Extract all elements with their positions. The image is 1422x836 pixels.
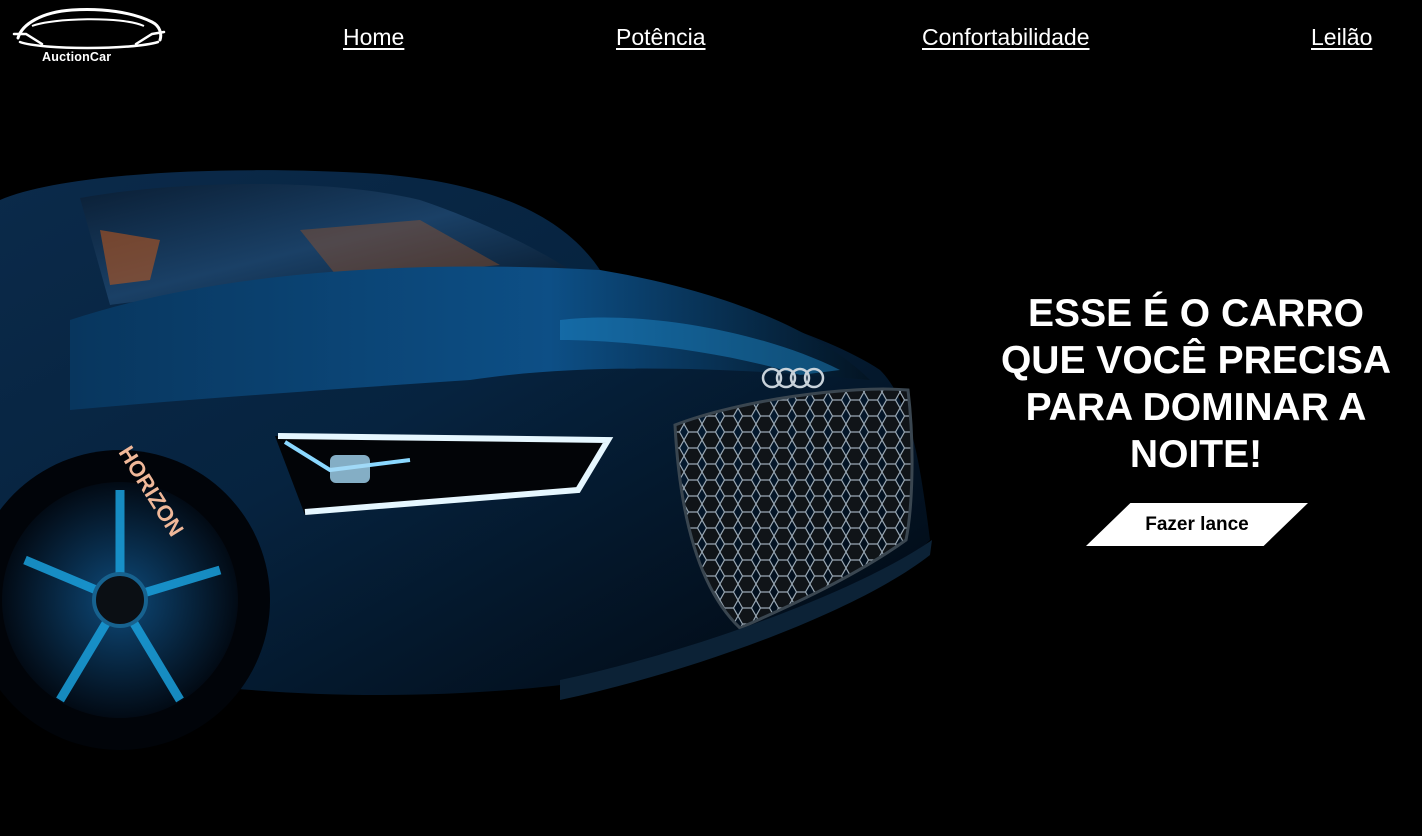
- place-bid-button-label: Fazer lance: [1145, 513, 1249, 535]
- nav-link-potencia[interactable]: Potência: [616, 24, 706, 51]
- brand-logo-text: AuctionCar: [42, 50, 112, 64]
- car-silhouette-logo-icon: [12, 8, 166, 50]
- hero-car-image: HORIZON: [0, 170, 932, 750]
- nav-link-leilao[interactable]: Leilão: [1311, 24, 1372, 51]
- nav-link-confortabilidade[interactable]: Confortabilidade: [922, 24, 1090, 51]
- nav-link-home[interactable]: Home: [343, 24, 404, 51]
- place-bid-button[interactable]: Fazer lance: [1086, 503, 1308, 546]
- brand-logo[interactable]: AuctionCar: [12, 4, 166, 68]
- landing-page: AuctionCar Home Potência Confortabilidad…: [0, 0, 1422, 836]
- hero-headline: ESSE É O CARRO QUE VOCÊ PRECISA PARA DOM…: [1000, 292, 1392, 476]
